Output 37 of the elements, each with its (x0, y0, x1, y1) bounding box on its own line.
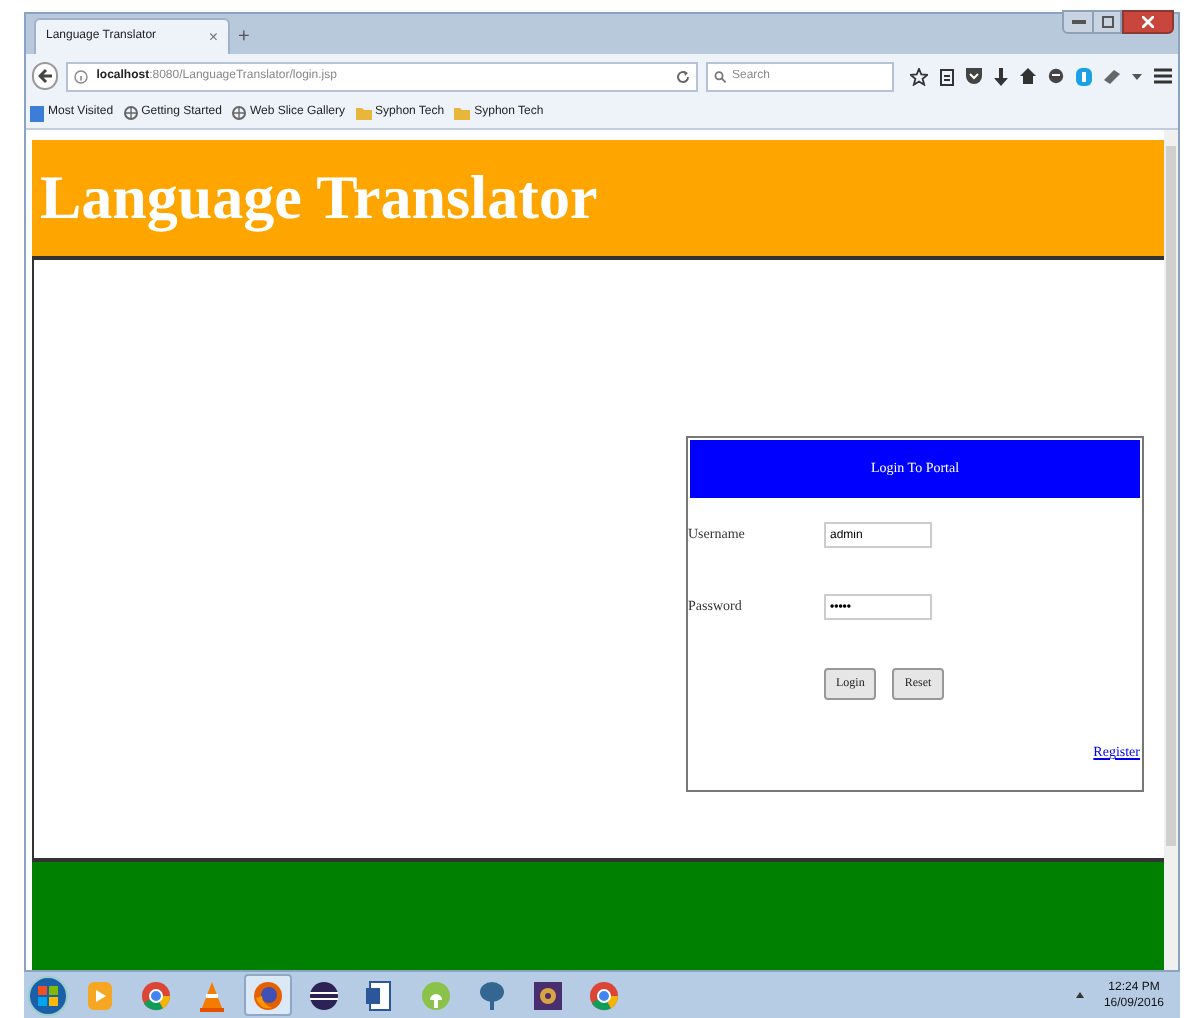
reload-icon (675, 69, 690, 83)
traffic-cone-icon (198, 979, 226, 1011)
clipboard-icon[interactable] (940, 67, 954, 85)
globe-icon (231, 106, 246, 120)
back-arrow-icon (37, 68, 54, 84)
close-window-button[interactable] (1122, 10, 1174, 34)
tray-arrow-icon[interactable] (1075, 992, 1084, 998)
new-tab-button[interactable]: + (238, 28, 250, 48)
chrome-icon (588, 979, 620, 1011)
folder-icon (355, 106, 372, 120)
close-icon (1142, 16, 1154, 28)
menu-icon[interactable] (1154, 68, 1172, 84)
start-button[interactable] (28, 975, 68, 1015)
back-button[interactable] (32, 62, 59, 90)
extension-icon[interactable] (1104, 69, 1120, 83)
windows-logo-icon (38, 985, 58, 1005)
dropdown-icon[interactable] (1132, 73, 1142, 79)
tab-close-button[interactable]: × (208, 25, 218, 49)
shield-icon[interactable] (966, 68, 982, 84)
firefox-icon (252, 979, 284, 1011)
skype-icon[interactable] (1076, 67, 1092, 85)
search-icon (713, 69, 726, 83)
globe-icon (123, 106, 138, 120)
media-player-icon (86, 979, 114, 1011)
minimize-button[interactable] (1062, 10, 1094, 34)
home-icon[interactable] (1020, 68, 1036, 84)
info-icon (74, 69, 89, 83)
eclipse-icon (308, 979, 340, 1011)
chrome-icon (140, 979, 172, 1011)
scrollbar[interactable] (1164, 130, 1178, 970)
bookmark-icon (30, 105, 44, 121)
star-icon[interactable] (910, 67, 928, 85)
maximize-button[interactable] (1094, 10, 1122, 34)
page-header: Language Translator (32, 140, 1164, 260)
folder-icon (454, 106, 471, 120)
download-icon[interactable] (994, 67, 1008, 85)
document-icon (366, 979, 394, 1011)
